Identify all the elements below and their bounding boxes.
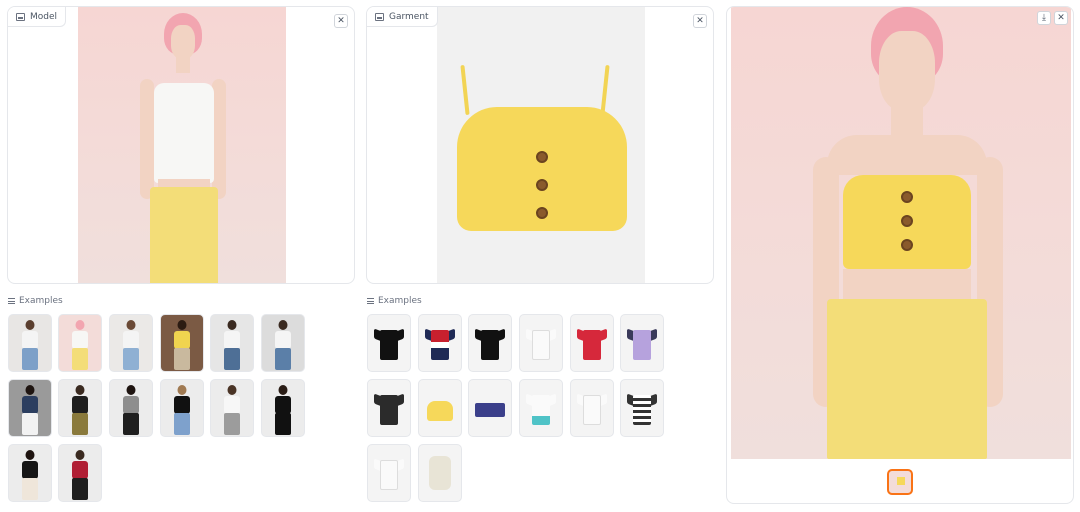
garment-clear-button[interactable]: ✕ — [693, 14, 707, 28]
garment-example-thumb[interactable] — [367, 314, 411, 372]
model-example-thumb[interactable] — [8, 314, 52, 372]
result-photo — [731, 7, 1071, 459]
model-examples-label: Examples — [8, 296, 63, 306]
result-panel: ⤓ ✕ — [726, 6, 1074, 504]
model-example-thumb[interactable] — [109, 314, 153, 372]
garment-example-thumb[interactable] — [468, 379, 512, 437]
garment-example-thumb[interactable] — [570, 314, 614, 372]
garment-example-thumb[interactable] — [418, 379, 462, 437]
image-icon — [16, 12, 25, 21]
close-icon: ✕ — [696, 15, 704, 26]
model-example-thumb[interactable] — [58, 379, 102, 437]
garment-example-thumb[interactable] — [418, 444, 462, 502]
model-example-thumb[interactable] — [58, 314, 102, 372]
tryon-app: Model ✕ Garment ✕ ⤓ ✕ Examples Examples — [0, 0, 1080, 512]
model-example-thumb[interactable] — [109, 379, 153, 437]
model-clear-button[interactable]: ✕ — [334, 14, 348, 28]
image-icon — [375, 12, 384, 21]
model-example-thumb[interactable] — [210, 379, 254, 437]
model-image-panel[interactable]: Model ✕ — [7, 6, 355, 284]
model-example-thumb[interactable] — [8, 379, 52, 437]
list-icon — [367, 298, 374, 304]
garment-example-thumb[interactable] — [519, 314, 563, 372]
garment-example-thumb[interactable] — [468, 314, 512, 372]
model-example-thumb[interactable] — [210, 314, 254, 372]
garment-example-thumb[interactable] — [367, 379, 411, 437]
garment-examples-label-text: Examples — [378, 296, 422, 306]
garment-photo — [437, 7, 645, 283]
garment-example-thumb[interactable] — [620, 379, 664, 437]
garment-example-thumb[interactable] — [367, 444, 411, 502]
model-label-text: Model — [30, 11, 58, 22]
garment-example-thumb[interactable] — [620, 314, 664, 372]
model-example-thumb[interactable] — [160, 314, 204, 372]
garment-label-text: Garment — [389, 11, 429, 22]
model-example-thumb[interactable] — [261, 314, 305, 372]
model-example-thumb[interactable] — [160, 379, 204, 437]
download-button[interactable]: ⤓ — [1037, 11, 1051, 25]
garment-example-thumb[interactable] — [418, 314, 462, 372]
download-icon: ⤓ — [1042, 12, 1046, 23]
result-gallery-thumbnail[interactable] — [887, 469, 913, 495]
model-panel-label: Model — [8, 7, 67, 27]
model-examples-label-text: Examples — [19, 296, 63, 306]
model-example-thumb[interactable] — [261, 379, 305, 437]
close-icon: ✕ — [1057, 12, 1065, 23]
model-photo — [78, 7, 286, 283]
model-example-thumb[interactable] — [8, 444, 52, 502]
garment-examples-label: Examples — [367, 296, 422, 306]
garment-image-panel[interactable]: Garment ✕ — [366, 6, 714, 284]
model-example-thumb[interactable] — [58, 444, 102, 502]
garment-example-thumb[interactable] — [519, 379, 563, 437]
list-icon — [8, 298, 15, 304]
close-icon: ✕ — [337, 15, 345, 26]
garment-panel-label: Garment — [367, 7, 438, 27]
garment-example-thumb[interactable] — [570, 379, 614, 437]
result-clear-button[interactable]: ✕ — [1054, 11, 1068, 25]
